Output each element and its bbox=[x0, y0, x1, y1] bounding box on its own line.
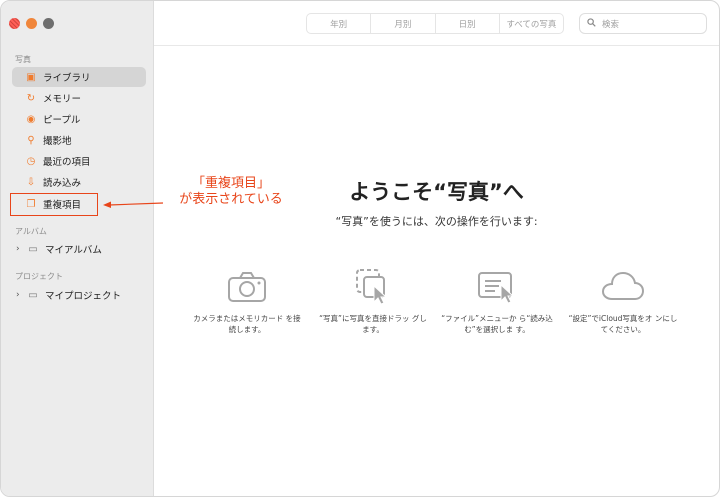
sidebar-item-label: ライブラリ bbox=[43, 73, 91, 84]
welcome-subtitle: “写真”を使うには、次の操作を行います: bbox=[335, 215, 538, 228]
sidebar-item-label: 撮影地 bbox=[43, 136, 72, 147]
sidebar-item-recents[interactable]: ◷ 最近の項目 bbox=[12, 151, 146, 171]
feature-text: “写真”に写真を直接ドラッ グします。 bbox=[319, 314, 427, 334]
imports-icon: ⇩ bbox=[26, 176, 36, 188]
feature-text: “設定”でiCloud写真をオ ンにしてください。 bbox=[568, 314, 678, 334]
search-placeholder: 検索 bbox=[602, 19, 620, 30]
recents-icon: ◷ bbox=[26, 155, 36, 167]
search-icon bbox=[587, 17, 596, 30]
feature-icloud-photos: “設定”でiCloud写真をオ ンにしてください。 bbox=[567, 267, 679, 335]
duplicates-highlight-box bbox=[10, 193, 98, 216]
section-photos-header: 写真 bbox=[15, 55, 31, 64]
welcome-title: ようこそ“写真”へ bbox=[349, 180, 524, 204]
chevron-right-icon[interactable]: › bbox=[16, 290, 20, 300]
minimize-window-button[interactable] bbox=[26, 18, 37, 29]
sidebar-item-label: 最近の項目 bbox=[43, 157, 91, 168]
sidebar-item-memories[interactable]: ↻ メモリー bbox=[12, 88, 146, 108]
memories-icon: ↻ bbox=[26, 92, 36, 104]
feature-drag-photos: “写真”に写真を直接ドラッ グします。 bbox=[317, 267, 429, 335]
sidebar-item-people[interactable]: ◉ ピープル bbox=[12, 109, 146, 129]
sidebar-item-places[interactable]: ⚲ 撮影地 bbox=[12, 130, 146, 150]
sidebar: 写真 ▣ ライブラリ ↻ メモリー ◉ ピープル ⚲ 撮影地 ◷ 最近の項目 ⇩… bbox=[1, 1, 154, 496]
sidebar-item-label: 読み込み bbox=[43, 178, 82, 189]
photos-window: 写真 ▣ ライブラリ ↻ メモリー ◉ ピープル ⚲ 撮影地 ◷ 最近の項目 ⇩… bbox=[0, 0, 720, 497]
zoom-window-button[interactable] bbox=[43, 18, 54, 29]
library-icon: ▣ bbox=[26, 71, 36, 83]
sidebar-item-label: マイアルバム bbox=[45, 245, 102, 256]
sidebar-item-imports[interactable]: ⇩ 読み込み bbox=[12, 172, 146, 192]
sidebar-item-label: メモリー bbox=[43, 94, 82, 105]
folder-icon: ▭ bbox=[28, 243, 38, 255]
sidebar-item-my-albums[interactable]: › ▭ マイアルバム bbox=[12, 239, 146, 259]
feature-import-menu: “ファイル”メニューか ら“読み込む”を選択しま す。 bbox=[441, 267, 553, 335]
feature-connect-camera: カメラまたはメモリカード を接続します。 bbox=[191, 267, 303, 335]
sidebar-item-library[interactable]: ▣ ライブラリ bbox=[12, 67, 146, 87]
feature-text: “ファイル”メニューか ら“読み込む”を選択しま す。 bbox=[441, 314, 553, 334]
icloud-icon bbox=[567, 267, 679, 307]
section-projects-header: プロジェクト bbox=[15, 272, 63, 281]
people-icon: ◉ bbox=[26, 113, 36, 125]
tab-all-photos[interactable]: すべての写真 bbox=[500, 14, 563, 33]
folder-icon: ▭ bbox=[28, 289, 38, 301]
tab-years[interactable]: 年別 bbox=[307, 14, 372, 33]
feature-text: カメラまたはメモリカード を接続します。 bbox=[193, 314, 301, 334]
toolbar: 年別 月別 日別 すべての写真 検索 bbox=[154, 1, 719, 46]
places-icon: ⚲ bbox=[27, 134, 35, 146]
sidebar-item-label: ピープル bbox=[43, 115, 81, 126]
sidebar-item-label: マイプロジェクト bbox=[45, 291, 122, 302]
sidebar-item-my-projects[interactable]: › ▭ マイプロジェクト bbox=[12, 285, 146, 305]
chevron-right-icon[interactable]: › bbox=[16, 244, 20, 254]
drag-icon bbox=[317, 267, 429, 307]
section-albums-header: アルバム bbox=[15, 227, 47, 236]
search-field[interactable]: 検索 bbox=[579, 13, 707, 34]
close-window-button[interactable] bbox=[9, 18, 20, 29]
window-controls bbox=[9, 18, 54, 29]
camera-icon bbox=[191, 267, 303, 307]
view-segmented-control: 年別 月別 日別 すべての写真 bbox=[306, 13, 564, 34]
tab-months[interactable]: 月別 bbox=[371, 14, 436, 33]
tab-days[interactable]: 日別 bbox=[436, 14, 500, 33]
file-menu-icon bbox=[441, 267, 553, 307]
